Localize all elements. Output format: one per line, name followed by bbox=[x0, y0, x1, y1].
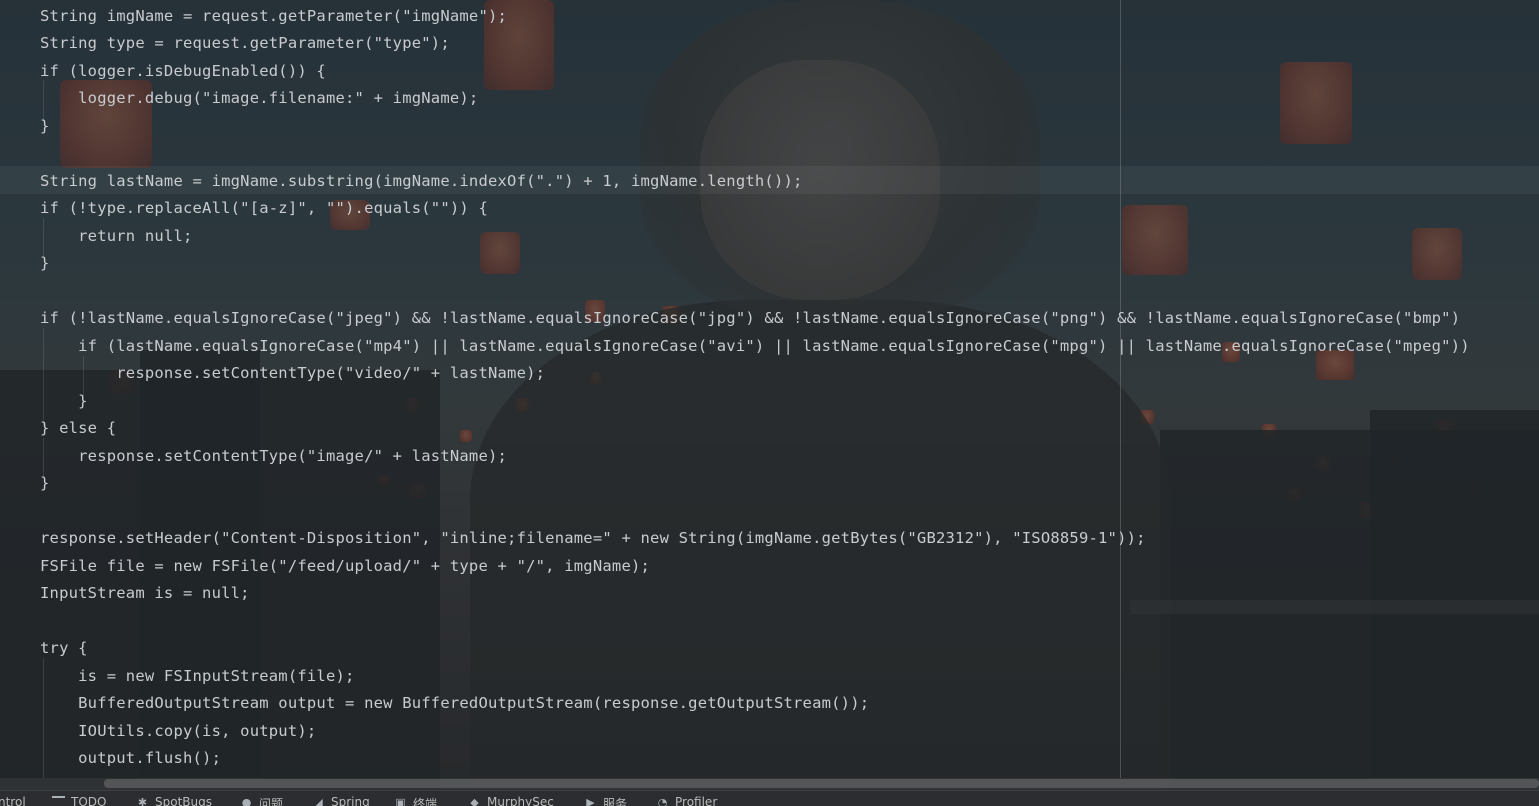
code-line-25[interactable]: is = new FSInputStream(file); bbox=[40, 663, 355, 691]
tool-label: 服务 bbox=[603, 797, 628, 806]
tool-murphysec[interactable]: ◆ MurphySec bbox=[468, 795, 554, 806]
tool-label: Profiler bbox=[675, 795, 718, 806]
code-line-9[interactable]: return null; bbox=[40, 223, 193, 251]
code-line-16[interactable]: } else { bbox=[40, 415, 116, 443]
code-line-8[interactable]: if (!type.replaceAll("[a-z]", "").equals… bbox=[40, 195, 488, 223]
horizontal-scrollbar-thumb[interactable] bbox=[104, 779, 1539, 788]
right-margin-guide bbox=[1120, 0, 1121, 778]
code-line-17[interactable]: response.setContentType("image/" + lastN… bbox=[40, 443, 507, 471]
code-line-3[interactable]: if (logger.isDebugEnabled()) { bbox=[40, 58, 326, 86]
tool-problems[interactable]: ● 问题 bbox=[240, 795, 283, 806]
code-line-2[interactable]: String type = request.getParameter("type… bbox=[40, 30, 450, 58]
code-line-27[interactable]: IOUtils.copy(is, output); bbox=[40, 718, 316, 746]
tool-label: ntrol bbox=[0, 795, 26, 806]
code-line-4[interactable]: logger.debug("image.filename:" + imgName… bbox=[40, 85, 478, 113]
code-line-18[interactable]: } bbox=[40, 470, 50, 498]
code-line-14[interactable]: response.setContentType("video/" + lastN… bbox=[40, 360, 545, 388]
code-editor[interactable]: String imgName = request.getParameter("i… bbox=[0, 0, 1539, 778]
code-line-20[interactable]: response.setHeader("Content-Disposition"… bbox=[40, 525, 1146, 553]
tool-label: TODO bbox=[71, 795, 107, 806]
code-line-21[interactable]: FSFile file = new FSFile("/feed/upload/"… bbox=[40, 553, 650, 581]
code-line-7[interactable]: String lastName = imgName.substring(imgN… bbox=[40, 168, 803, 196]
tool-terminal[interactable]: ▣ 终端 bbox=[394, 795, 437, 806]
tool-label: MurphySec bbox=[487, 795, 554, 806]
tool-label: SpotBugs bbox=[155, 795, 212, 806]
code-line-24[interactable]: try { bbox=[40, 635, 88, 663]
code-line-26[interactable]: BufferedOutputStream output = new Buffer… bbox=[40, 690, 869, 718]
tool-spotbugs[interactable]: ✱ SpotBugs bbox=[136, 795, 212, 806]
code-line-22[interactable]: InputStream is = null; bbox=[40, 580, 250, 608]
tool-todo[interactable]: TODO bbox=[52, 795, 106, 806]
tool-profiler[interactable]: ◔ Profiler bbox=[656, 795, 718, 806]
code-line-1[interactable]: String imgName = request.getParameter("i… bbox=[40, 3, 507, 31]
code-line-15[interactable]: } bbox=[40, 388, 88, 416]
code-line-13[interactable]: if (lastName.equalsIgnoreCase("mp4") || … bbox=[40, 333, 1470, 361]
code-line-5[interactable]: } bbox=[40, 113, 50, 141]
tool-services[interactable]: ▶ 服务 bbox=[584, 795, 627, 806]
code-line-12[interactable]: if (!lastName.equalsIgnoreCase("jpeg") &… bbox=[40, 305, 1460, 333]
code-line-28[interactable]: output.flush(); bbox=[40, 745, 221, 773]
tool-label: 问题 bbox=[259, 797, 284, 806]
code-line-10[interactable]: } bbox=[40, 250, 50, 278]
tool-label: Spring bbox=[331, 795, 370, 806]
tool-version-control[interactable]: ntrol bbox=[0, 795, 26, 806]
list-icon bbox=[52, 796, 65, 805]
tool-spring[interactable]: ◢ Spring bbox=[312, 795, 370, 806]
tool-label: 终端 bbox=[413, 797, 438, 806]
tool-window-bar: ntrol TODO ✱ SpotBugs ● 问题 ◢ Spring ▣ 终端… bbox=[0, 790, 1539, 806]
